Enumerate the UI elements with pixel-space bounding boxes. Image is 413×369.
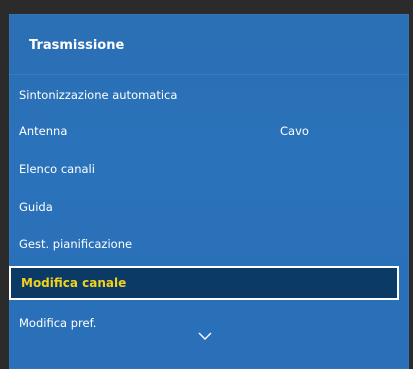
menu-item-label: Modifica canale — [21, 276, 127, 290]
tv-screen: Trasmissione Sintonizzazione automatica … — [0, 0, 413, 369]
menu-item-label: Elenco canali — [19, 162, 95, 176]
menu-item-auto-tuning[interactable]: Sintonizzazione automatica — [9, 78, 399, 112]
menu-item-label: Sintonizzazione automatica — [19, 88, 178, 102]
menu-item-schedule-manager[interactable]: Gest. pianificazione — [9, 227, 399, 261]
menu-item-guide[interactable]: Guida — [9, 190, 399, 224]
title-divider — [9, 74, 409, 75]
menu-item-value: Cavo — [280, 124, 309, 138]
chevron-down-icon[interactable] — [195, 329, 215, 343]
menu-item-label: Gest. pianificazione — [19, 237, 133, 251]
menu-title: Trasmissione — [29, 38, 125, 53]
menu-item-edit-channel[interactable]: Modifica canale — [9, 266, 399, 300]
menu-item-label: Modifica pref. — [19, 316, 97, 330]
menu-item-label: Guida — [19, 200, 53, 214]
menu-item-antenna[interactable]: Antenna Cavo — [9, 114, 399, 148]
menu-item-channel-list[interactable]: Elenco canali — [9, 152, 399, 186]
menu-item-label: Antenna — [19, 124, 68, 138]
